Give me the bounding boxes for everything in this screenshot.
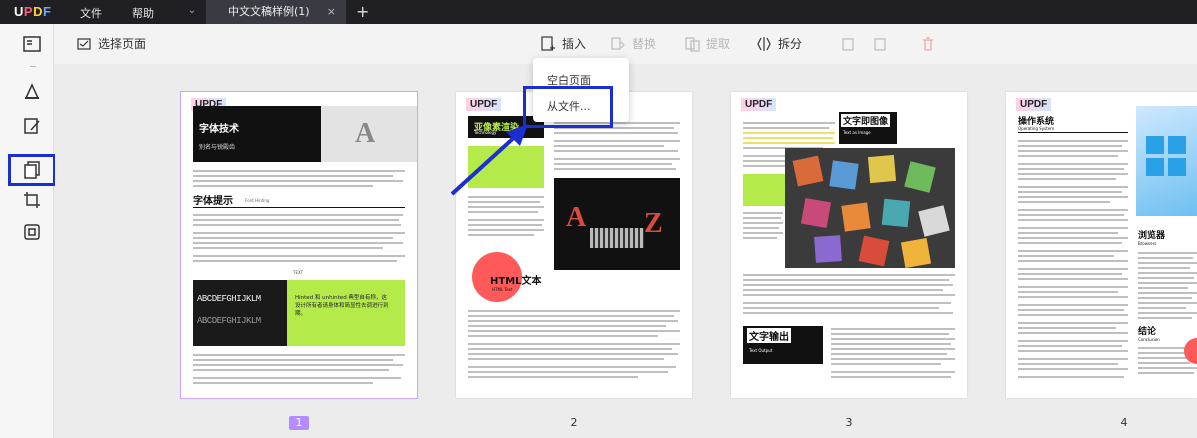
page-number-4[interactable]: 4	[1114, 416, 1134, 429]
new-tab-button[interactable]: +	[356, 2, 369, 21]
page-number-2[interactable]: 2	[564, 416, 584, 429]
extract-icon	[685, 36, 700, 52]
page-image: A	[321, 106, 417, 162]
menu-file[interactable]: 文件	[80, 5, 102, 21]
select-pages-label: 选择页面	[98, 37, 147, 51]
page-title: 字体技术	[199, 124, 239, 135]
keyboard-image: ABCDEFGHIJKLM ABCDEFGHIJKLM	[193, 280, 287, 346]
rotate-right-icon[interactable]	[872, 36, 888, 52]
crop-icon[interactable]	[22, 190, 42, 210]
page-number-3[interactable]: 3	[839, 416, 859, 429]
rotate-left-icon[interactable]	[840, 36, 856, 52]
sidebar-separator	[30, 66, 36, 67]
windows-image	[1136, 106, 1197, 216]
conclusion-heading: 结论	[1138, 327, 1157, 337]
reader-icon[interactable]	[22, 34, 42, 54]
extract-button[interactable]: 提取	[684, 35, 730, 52]
page-title: 文字即图像	[841, 114, 891, 127]
split-label: 拆分	[778, 37, 803, 51]
select-pages-icon	[77, 37, 91, 50]
replace-button[interactable]: 替换	[610, 35, 656, 52]
insert-label: 插入	[562, 37, 587, 51]
replace-label: 替换	[632, 37, 657, 51]
edit-icon[interactable]	[22, 116, 42, 136]
section-subheading: Font Hinting	[245, 198, 270, 203]
green-block	[468, 146, 544, 188]
tab-list-dropdown[interactable]: ⌄	[178, 0, 206, 24]
updf-logo[interactable]: UPDF	[14, 4, 51, 19]
insert-button[interactable]: 插入	[540, 35, 586, 52]
page-subtitle: 别名与锐殿齿	[199, 144, 236, 151]
page-subtitle: Technology	[474, 130, 497, 135]
menu-help[interactable]: 帮助	[132, 5, 154, 21]
section-subheading: Text Output	[749, 348, 773, 353]
page-subtitle: Operating System	[1018, 126, 1055, 131]
title-bar: UPDF 文件 帮助 ⌄ 中文文稿样例(1) × +	[0, 0, 1197, 24]
replace-icon	[611, 36, 625, 50]
page-thumbnail-1[interactable]: UPDF 字体技术 别名与锐殿齿 A 字体提示 Font Hinting TEX…	[180, 91, 418, 399]
from-file-highlight-box	[523, 86, 613, 128]
page-title-block: 字体技术 别名与锐殿齿	[193, 106, 321, 162]
page-badge: UPDF	[741, 98, 777, 111]
delete-icon[interactable]	[920, 36, 936, 52]
select-pages-button[interactable]: 选择页面	[76, 35, 146, 52]
tab-close-icon[interactable]: ×	[327, 0, 336, 24]
split-icon	[757, 36, 771, 51]
page-thumbnail-3[interactable]: UPDF 文字即图像 Text as Image 文字输出 Text Outpu…	[731, 92, 967, 398]
section-subheading: HTML Text	[492, 287, 513, 292]
tab-title: 中文文稿样例(1)	[228, 5, 310, 18]
green-block	[743, 174, 785, 206]
organize-pages-icon[interactable]	[22, 160, 42, 180]
comment-icon[interactable]	[22, 82, 42, 102]
page-thumbnail-2[interactable]: UPDF 亚像素渲染 Technology A Z HTML文本 HTML Te…	[456, 92, 692, 398]
section-heading: 文字输出	[747, 328, 791, 343]
section-heading: HTML文本	[490, 276, 542, 287]
text-caption: TEXT	[293, 270, 304, 275]
conclusion-subheading: Conclusion	[1138, 337, 1160, 342]
hinted-callout: Hinted 和 unhinted 典型自有称，这设计所有者请身体和简显性去调进…	[287, 280, 405, 346]
split-button[interactable]: 拆分	[756, 35, 802, 52]
insert-page-icon	[541, 35, 555, 51]
red-circle	[1184, 338, 1197, 364]
tools-icon[interactable]	[22, 222, 42, 242]
left-sidebar	[0, 24, 56, 438]
page-thumbnail-4[interactable]: UPDF 操作系统 Operating System 浏览器 Browsers …	[1006, 92, 1197, 398]
page-number-1[interactable]: 1	[289, 416, 309, 430]
page-subtitle: Text as Image	[843, 130, 871, 135]
letter-tiles-image	[785, 148, 955, 269]
page-badge: UPDF	[1016, 98, 1052, 111]
page-badge: UPDF	[466, 98, 502, 111]
letter-z-image: A Z	[554, 178, 680, 270]
section-heading: 浏览器	[1138, 231, 1166, 241]
section-subheading: Browsers	[1138, 241, 1157, 246]
document-tab[interactable]: 中文文稿样例(1) ×	[206, 0, 346, 24]
extract-label: 提取	[706, 37, 731, 51]
section-heading: 字体提示	[193, 196, 233, 207]
